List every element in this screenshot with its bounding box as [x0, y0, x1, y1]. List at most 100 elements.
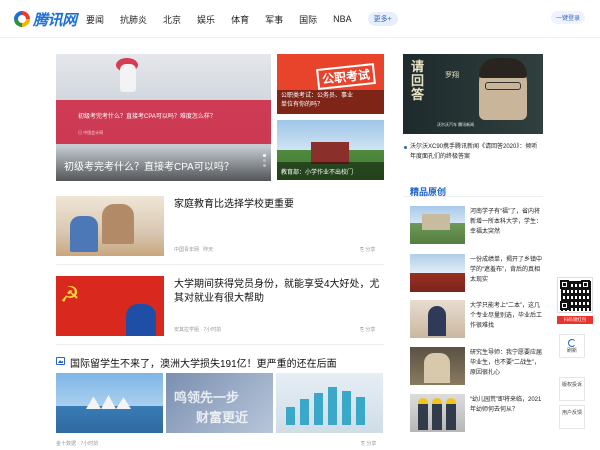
flag-icon: ☭ — [60, 282, 80, 307]
featured-item[interactable]: 大学只能考上“二本”，这几个专业尽量别选，毕业后工作很难找 — [410, 300, 542, 338]
child-figure — [70, 216, 98, 252]
news-thumbnail[interactable] — [56, 196, 164, 256]
news-meta: 中国青年网 昨天 — [174, 246, 213, 253]
carousel-dot[interactable] — [263, 159, 266, 162]
site-logo[interactable]: 腾讯网 — [14, 9, 77, 29]
share-button[interactable]: ⎘ 分享 — [360, 326, 375, 333]
article-image-banner[interactable]: 鸣领先一步 财富更近 — [166, 373, 273, 433]
featured-item[interactable]: 研究生导师：我宁愿要应届毕业生，也不要“二战生”，原因很扎心 — [410, 347, 542, 385]
refresh-button[interactable]: 刷新 — [559, 334, 585, 358]
featured-thumbnail[interactable] — [410, 254, 465, 292]
share-button[interactable]: ⎘ 分享 — [361, 440, 376, 447]
main-nav: 要闻 抗肺炎 北京 娱乐 体育 军事 国际 NBA 更多+ — [86, 0, 398, 38]
feedback-button[interactable]: 用户反馈 — [559, 405, 585, 429]
refresh-icon — [568, 339, 576, 347]
featured-thumbnail[interactable] — [410, 394, 465, 432]
nav-item-ent[interactable]: 娱乐 — [197, 13, 215, 26]
article-meta: 金十数据 · 7小时前 — [56, 441, 99, 447]
featured-text[interactable]: 一份成绩单，揭开了乡镇中学的“遮羞布”，背后的真相太现实 — [470, 255, 542, 285]
worker-figure — [446, 404, 456, 430]
logo-icon — [14, 11, 30, 27]
side-thumb-education[interactable]: 教育部：小学作业不出校门 — [277, 120, 384, 180]
login-button[interactable]: 一键登录 — [551, 11, 586, 24]
top-header: 腾讯网 要闻 抗肺炎 北京 娱乐 体育 军事 国际 NBA 更多+ 一键登录 — [0, 0, 600, 38]
vase-decoration — [120, 64, 136, 92]
school-building — [311, 142, 349, 164]
copyright-label: 版权投诉 — [561, 382, 582, 388]
divider — [56, 344, 384, 345]
feedback-label: 用户反馈 — [561, 410, 582, 416]
featured-text[interactable]: “幼儿园荒”即将来临，2021年幼师何去何从？ — [470, 395, 542, 415]
hero-overlay-sub: 日 中国会计网 — [78, 130, 104, 135]
featured-thumbnail[interactable] — [410, 347, 465, 385]
chart-bar — [328, 387, 337, 425]
glasses-decoration — [485, 82, 521, 90]
news-title[interactable]: 家庭教育比选择学校更重要 — [174, 198, 384, 212]
share-label: 分享 — [365, 247, 376, 253]
exam-badge: 公职考试 — [316, 63, 376, 90]
parent-figure — [102, 204, 134, 244]
logo-text: 腾讯网 — [33, 11, 77, 29]
qr-finder — [581, 280, 590, 289]
news-source: 安其拉学姐 — [174, 327, 200, 333]
carousel-dot-active[interactable] — [263, 154, 266, 157]
chart-bar — [342, 391, 351, 425]
ad-person-name: 罗翔 — [445, 72, 459, 79]
thumb-caption[interactable]: 教育部：小学作业不出校门 — [281, 167, 353, 176]
featured-thumbnail[interactable] — [410, 206, 465, 244]
hero-overlay-text: 初级考完考什么？直接考CPA可以吗？难度怎么样？ — [78, 114, 216, 120]
divider — [403, 196, 543, 197]
chart-bar — [356, 397, 365, 425]
featured-text[interactable]: 河南学子有“福”了，省内将新增一所本科大学，学生：幸福太突然 — [470, 207, 542, 237]
nav-item-beijing[interactable]: 北京 — [163, 13, 181, 26]
qr-label[interactable]: 扫码领红包 — [557, 316, 593, 324]
carousel-dot[interactable] — [263, 164, 266, 167]
featured-item[interactable]: “幼儿园荒”即将来临，2021年幼师何去何从？ — [410, 394, 542, 432]
image-gallery-icon — [56, 357, 65, 365]
hero-carousel[interactable]: 初级考完考什么？直接考CPA可以吗？难度怎么样？ 日 中国会计网 初级考完考什么… — [56, 54, 271, 181]
person-figure — [428, 306, 446, 336]
side-thumb-exam[interactable]: 公职考试 公职类考试：公务员、事业单位有你的吗？ — [277, 54, 384, 114]
news-time: 昨天 — [203, 247, 214, 253]
ad-banner[interactable]: 请回答 罗翔 沃尔沃汽车 腾讯新闻 — [403, 54, 543, 134]
ad-footer: 沃尔沃汽车 腾讯新闻 — [437, 122, 475, 127]
nav-item-covid[interactable]: 抗肺炎 — [120, 13, 147, 26]
news-item[interactable]: ☭ 大学期间获得党员身份，就能享受4大好处，尤其对就业有很大帮助 安其拉学姐 ·… — [56, 276, 386, 336]
featured-item[interactable]: 一份成绩单，揭开了乡镇中学的“遮羞布”，背后的真相太现实 — [410, 254, 542, 292]
news-item[interactable]: 家庭教育比选择学校更重要 中国青年网 昨天 ⎘ 分享 — [56, 196, 386, 256]
nav-item-news[interactable]: 要闻 — [86, 13, 104, 26]
qr-code[interactable] — [557, 277, 593, 313]
qr-finder — [560, 280, 569, 289]
nav-item-sports[interactable]: 体育 — [231, 13, 249, 26]
featured-thumbnail[interactable] — [410, 300, 465, 338]
qr-finder — [560, 301, 569, 310]
article-title[interactable]: 国际留学生不来了，澳洲大学损失191亿！更严重的还在后面 — [70, 355, 337, 370]
hero-overlay-band — [56, 100, 271, 144]
news-time: 7小时前 — [203, 327, 222, 333]
share-button[interactable]: ⎘ 分享 — [360, 246, 375, 253]
article-image-opera-house[interactable] — [56, 373, 163, 433]
article-image-chart[interactable] — [276, 373, 383, 433]
news-title[interactable]: 大学期间获得党员身份，就能享受4大好处，尤其对就业有很大帮助 — [174, 278, 384, 306]
ad-calligraphy: 请回答 — [411, 59, 425, 102]
news-thumbnail[interactable]: ☭ — [56, 276, 164, 336]
featured-text[interactable]: 研究生导师：我宁愿要应届毕业生，也不要“二战生”，原因很扎心 — [470, 348, 542, 378]
nav-item-nba[interactable]: NBA — [333, 14, 352, 24]
share-label: 分享 — [366, 441, 377, 447]
nav-item-world[interactable]: 国际 — [299, 13, 317, 26]
carousel-dots — [263, 154, 267, 169]
opera-house-shape — [86, 395, 131, 409]
nav-item-military[interactable]: 军事 — [265, 13, 283, 26]
featured-text[interactable]: 大学只能考上“二本”，这几个专业尽量别选，毕业后工作很难找 — [470, 301, 542, 331]
featured-item[interactable]: 河南学子有“福”了，省内将新增一所本科大学，学生：幸福太突然 — [410, 206, 542, 244]
person-hair — [479, 58, 527, 78]
chart-bar — [314, 393, 323, 425]
copyright-button[interactable]: 版权投诉 — [559, 377, 585, 401]
ad-caption[interactable]: 沃尔沃XC90携手腾讯新闻《请回答2020》：倾听年度面孔们的终极答案 — [404, 142, 542, 162]
hero-title[interactable]: 初级考完考什么？直接考CPA可以吗？ — [64, 158, 234, 173]
nav-more-button[interactable]: 更多+ — [367, 12, 398, 26]
article-time: 7小时前 — [80, 441, 99, 447]
divider — [56, 264, 384, 265]
thumb-caption[interactable]: 公职类考试：公务员、事业单位有你的吗？ — [281, 92, 355, 110]
share-label: 分享 — [365, 327, 376, 333]
